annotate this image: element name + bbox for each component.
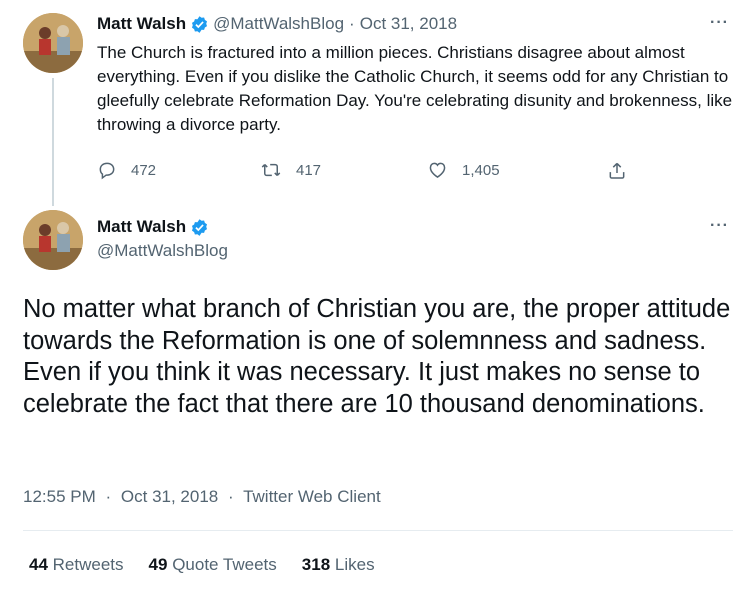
tweet-date[interactable]: Oct 31, 2018 — [121, 487, 218, 506]
likes-count: 318 — [301, 555, 331, 574]
quote-tweets-count: 49 — [148, 555, 168, 574]
avatar-image — [23, 210, 83, 270]
more-icon[interactable]: ··· — [710, 217, 729, 235]
author-name[interactable]: Matt Walsh — [97, 217, 186, 237]
avatar[interactable] — [23, 210, 83, 270]
retweets-count: 44 — [29, 555, 48, 574]
engagement-stats: 44 Retweets 49 Quote Tweets 318 Likes — [29, 555, 400, 575]
tweet-client[interactable]: Twitter Web Client — [243, 487, 381, 506]
verified-badge-icon — [192, 218, 208, 236]
separator-dot: · — [227, 487, 234, 506]
separator-dot: · — [105, 487, 112, 506]
quote-tweets-stat[interactable]: 49 Quote Tweets — [149, 555, 277, 575]
tweet-header: Matt Walsh — [97, 217, 213, 237]
author-handle[interactable]: @MattWalshBlog — [97, 241, 228, 261]
quote-tweets-label: Quote Tweets — [172, 555, 277, 574]
retweets-stat[interactable]: 44 Retweets — [29, 555, 124, 575]
likes-stat[interactable]: 318 Likes — [302, 555, 375, 575]
likes-label: Likes — [334, 555, 375, 574]
main-tweet: Matt Walsh @MattWalshBlog ··· No matter … — [0, 0, 753, 597]
retweets-label: Retweets — [52, 555, 124, 574]
tweet-text: No matter what branch of Christian you a… — [23, 295, 731, 418]
tweet-time[interactable]: 12:55 PM — [23, 487, 96, 506]
divider — [23, 530, 733, 531]
tweet-meta: 12:55 PM · Oct 31, 2018 · Twitter Web Cl… — [23, 487, 381, 507]
